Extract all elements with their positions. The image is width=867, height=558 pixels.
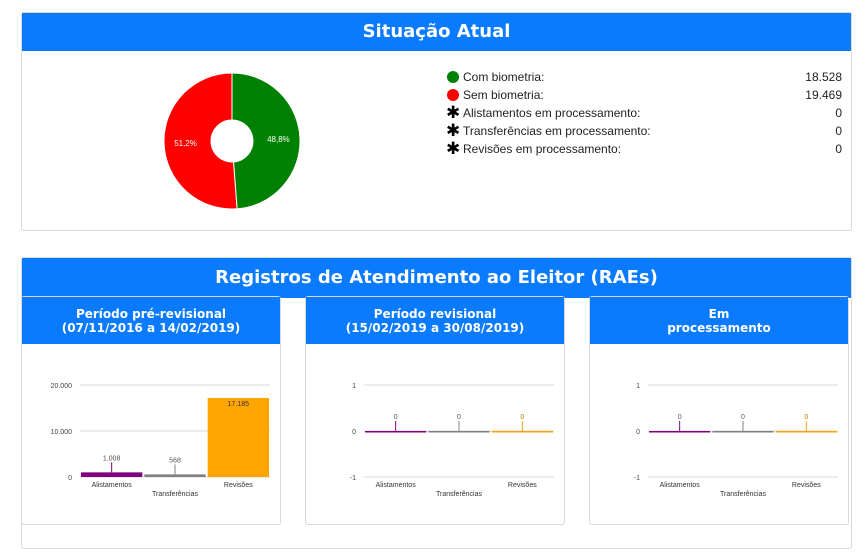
y-tick-label: -1 — [634, 475, 640, 482]
bar-value-label: 0 — [804, 414, 808, 421]
y-tick-label: 0 — [352, 429, 356, 436]
legend-value: 0 — [835, 142, 842, 156]
y-tick-label: 20.000 — [51, 383, 73, 390]
bar — [207, 397, 269, 477]
legend-label: Transferências em processamento: — [463, 124, 651, 138]
situacao-legend: Com biometria: 18.528 Sem biometria: 19.469… — [446, 68, 842, 158]
legend-label: Sem biometria: — [463, 88, 544, 102]
panel-em-processamento: Em processamento -1 0 1 0 Alistamentos 0 Trans… — [589, 296, 849, 525]
x-category-label: Revisões — [224, 482, 253, 489]
panel-title: Em processamento — [590, 297, 848, 344]
bar-chart-pre-revisional: 0 10.000 20.000 1.008 Alistamentos 568 Transfe… — [51, 383, 270, 498]
bar — [712, 431, 774, 433]
legend-dot-icon — [447, 71, 459, 83]
panel-title: Período revisional (15/02/2019 a 30/08/2… — [306, 297, 564, 344]
legend-label: Revisões em processamento: — [463, 142, 622, 156]
asterisk-icon: ✱ — [446, 139, 461, 158]
panel-title-line1: Período pré-revisional — [75, 306, 227, 321]
legend-value: 0 — [835, 124, 842, 138]
legend-label: Alistamentos em processamento: — [463, 106, 641, 120]
y-tick-label: 10.000 — [51, 429, 73, 436]
panel-title-line2: processamento — [667, 320, 771, 335]
panel-title-line2: (15/02/2019 a 30/08/2019) — [345, 320, 525, 335]
x-category-label: Revisões — [792, 482, 821, 489]
bar-value-label: 1.008 — [103, 455, 121, 462]
y-tick-label: 0 — [636, 429, 640, 436]
y-tick-label: -1 — [350, 475, 356, 482]
bar — [81, 472, 143, 477]
legend-item: Com biometria: 18.528 — [447, 68, 842, 86]
panel-title-line1: Em — [708, 306, 730, 321]
y-tick-label: 1 — [352, 383, 356, 390]
panel-revisional: Período revisional (15/02/2019 a 30/08/2… — [305, 296, 565, 525]
x-category-label: Revisões — [508, 482, 537, 489]
bar-value-label: 0 — [678, 414, 682, 421]
asterisk-icon: ✱ — [446, 121, 461, 140]
y-tick-label: 0 — [68, 475, 72, 482]
panel-title-line1: Período revisional — [373, 306, 497, 321]
bar — [365, 431, 427, 433]
bar-value-label: 17.185 — [228, 401, 250, 408]
legend-dot-icon — [447, 89, 459, 101]
pie-slice-label: 51,2% — [174, 139, 197, 148]
bar-value-label: 0 — [394, 414, 398, 421]
x-category-label: Alistamentos — [376, 482, 417, 489]
bar — [144, 474, 206, 477]
x-category-label: Transferências — [720, 491, 767, 498]
legend-value: 19.469 — [805, 88, 842, 102]
bar — [775, 431, 837, 433]
panel-pre-revisional: Período pré-revisional (07/11/2016 a 14/… — [21, 296, 281, 525]
panel-title-line2: (07/11/2016 a 14/02/2019) — [61, 320, 241, 335]
pie-slice-label: 48,8% — [267, 135, 290, 144]
bar — [491, 431, 553, 433]
bar — [428, 431, 490, 433]
x-category-label: Alistamentos — [660, 482, 701, 489]
panel-title: Período pré-revisional (07/11/2016 a 14/… — [22, 297, 280, 344]
bar-chart-em-processamento: -1 0 1 0 Alistamentos 0 Transferências 0 Revisõe… — [634, 383, 838, 498]
biometria-pie-chart: 51,2% 48,8% — [162, 71, 302, 211]
legend-item: ✱ Alistamentos em processamento: 0 — [446, 103, 842, 122]
legend-item: ✱ Transferências em processamento: 0 — [446, 121, 842, 140]
legend-value: 0 — [835, 106, 842, 120]
asterisk-icon: ✱ — [446, 103, 461, 122]
bar-chart-revisional: -1 0 1 0 Alistamentos 0 Transferências 0 Revisõe… — [350, 383, 554, 498]
x-category-label: Alistamentos — [92, 482, 133, 489]
y-tick-label: 1 — [636, 383, 640, 390]
bar-value-label: 0 — [457, 414, 461, 421]
legend-item: Sem biometria: 19.469 — [447, 86, 842, 104]
legend-value: 18.528 — [805, 70, 842, 84]
bar-value-label: 0 — [741, 414, 745, 421]
bar-value-label: 568 — [169, 457, 181, 464]
x-category-label: Transferências — [436, 491, 483, 498]
legend-label: Com biometria: — [463, 70, 545, 84]
raes-title: Registros de Atendimento ao Eleitor (RAE… — [22, 258, 851, 298]
situacao-atual-title: Situação Atual — [22, 13, 851, 51]
situacao-atual-card: Situação Atual 51,2% 48,8% Com biometria:… — [21, 12, 852, 231]
x-category-label: Transferências — [152, 491, 199, 498]
bar-value-label: 0 — [520, 414, 524, 421]
legend-item: ✱ Revisões em processamento: 0 — [446, 139, 842, 158]
bar — [649, 431, 711, 433]
